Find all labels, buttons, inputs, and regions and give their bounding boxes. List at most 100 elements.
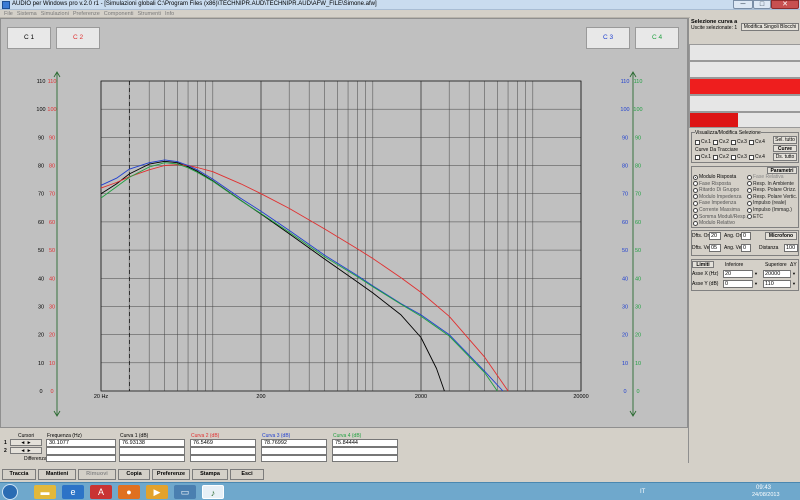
output-block-1[interactable] bbox=[689, 44, 800, 61]
y-tick-label-c3: 0 bbox=[623, 389, 626, 395]
ds-tutto-button[interactable]: Ds. tutto bbox=[773, 153, 797, 161]
clock-time[interactable]: 09:43 bbox=[756, 485, 771, 491]
parametri-button[interactable]: Parametri bbox=[767, 167, 797, 174]
cursor-panel: Cursori Frequenza (Hz) 1 ◄ ► 30.1077 2 ◄… bbox=[0, 429, 688, 463]
y-tick-label-c1: 50 bbox=[38, 248, 44, 254]
option-right-4-radio[interactable] bbox=[747, 200, 752, 206]
menu-preferenze[interactable]: Preferenze bbox=[73, 10, 100, 18]
cursor-row-2-label: 2 bbox=[4, 448, 7, 454]
distanza-input[interactable]: 100 bbox=[784, 244, 798, 252]
trc-cv1-checkbox[interactable] bbox=[695, 155, 700, 160]
ang-or-input[interactable]: 0 bbox=[741, 232, 751, 240]
option-left-4-radio[interactable] bbox=[693, 200, 698, 206]
y-tick-label-c4: 20 bbox=[635, 333, 641, 339]
y-tick-label-c2: 90 bbox=[49, 135, 55, 141]
copia-button[interactable]: Copia bbox=[118, 469, 150, 480]
mantieni-button[interactable]: Mantieni bbox=[38, 469, 76, 480]
option-left-2-label: Ritardo Di Gruppo bbox=[699, 187, 740, 194]
preferenze-button[interactable]: Preferenze bbox=[152, 469, 190, 480]
option-right-3-label: Resp. Polare Vertic. bbox=[753, 193, 798, 200]
vis-cv3-checkbox[interactable] bbox=[731, 140, 736, 145]
stampa-button[interactable]: Stampa bbox=[192, 469, 228, 480]
y-sup-arrow-icon[interactable]: ▼ bbox=[790, 280, 797, 288]
menu-componenti[interactable]: Componenti bbox=[104, 10, 134, 18]
minimize-button[interactable]: ─ bbox=[733, 0, 753, 9]
microfono-button[interactable]: Microfono bbox=[765, 232, 797, 240]
option-right-5-radio[interactable] bbox=[747, 207, 752, 213]
option-left-2-radio[interactable] bbox=[693, 187, 698, 193]
y-tick-label-c4: 90 bbox=[635, 135, 641, 141]
language-indicator[interactable]: IT bbox=[640, 489, 645, 495]
cursor-1-spin[interactable]: ◄ ► bbox=[10, 439, 42, 446]
firefox-icon[interactable]: ● bbox=[118, 485, 140, 499]
trc-cv3-checkbox[interactable] bbox=[731, 155, 736, 160]
output-block-5[interactable] bbox=[689, 112, 800, 128]
output-block-2[interactable] bbox=[689, 61, 800, 78]
x-inf-arrow-icon[interactable]: ▼ bbox=[752, 270, 759, 278]
menu-file[interactable]: File bbox=[4, 10, 13, 18]
y-tick-label-c1: 40 bbox=[38, 276, 44, 282]
media-player-icon[interactable]: ▶ bbox=[146, 485, 168, 499]
traccia-button[interactable]: Traccia bbox=[2, 469, 36, 480]
close-button[interactable]: ✕ bbox=[771, 0, 799, 9]
option-left-0-radio[interactable] bbox=[693, 174, 698, 180]
start-button[interactable] bbox=[2, 484, 18, 500]
y-tick-label-c3: 20 bbox=[622, 333, 628, 339]
vis-cv1-checkbox[interactable] bbox=[695, 140, 700, 145]
esci-button[interactable]: Esci bbox=[230, 469, 264, 480]
y-inf-arrow-icon[interactable]: ▼ bbox=[752, 280, 759, 288]
option-right-0-radio[interactable] bbox=[747, 174, 752, 180]
option-left-4-label: Fase Impedenza bbox=[699, 200, 737, 207]
y-tick-label-c4: 50 bbox=[635, 248, 641, 254]
trc-cv4-checkbox[interactable] bbox=[749, 155, 754, 160]
rimuovi-button[interactable]: Rimuovi bbox=[78, 469, 116, 480]
menu-strumenti[interactable]: Strumenti bbox=[137, 10, 161, 18]
cursor-2-spin[interactable]: ◄ ► bbox=[10, 447, 42, 454]
y-tick-label-c4: 110 bbox=[634, 79, 643, 85]
menu-sistema[interactable]: Sistema bbox=[17, 10, 37, 18]
curve-button[interactable]: Curve bbox=[773, 145, 797, 152]
menu-simulazioni[interactable]: Simulazioni bbox=[41, 10, 69, 18]
frequency-response-chart[interactable]: 0 0 0 0 10 10 10 10 20 20 20 20 30 30 30 30 40 40 40 40 50 50… bbox=[1, 19, 689, 429]
internet-explorer-icon[interactable]: e bbox=[62, 485, 84, 499]
folder-icon[interactable]: ▬ bbox=[34, 485, 56, 499]
curva1-value: 76.93138 bbox=[119, 439, 185, 447]
delta-y-label: ΔY bbox=[790, 262, 797, 268]
y-tick-label-c2: 70 bbox=[49, 192, 55, 198]
x-sup-arrow-icon[interactable]: ▼ bbox=[790, 270, 797, 278]
y-tick-label-c1: 110 bbox=[37, 79, 46, 85]
sel-tutto-button[interactable]: Sel. tutto bbox=[773, 136, 797, 144]
option-left-7-radio[interactable] bbox=[693, 220, 698, 226]
vis-cv4-checkbox[interactable] bbox=[749, 140, 754, 145]
pdf-reader-icon[interactable]: A bbox=[90, 485, 112, 499]
y-tick-label-c2: 60 bbox=[49, 220, 55, 226]
option-left-5-radio[interactable] bbox=[693, 207, 698, 213]
y-tick-label-c3: 110 bbox=[621, 79, 630, 85]
curva2-value-2 bbox=[190, 447, 256, 455]
y-tick-label-c2: 30 bbox=[49, 304, 55, 310]
clock-date[interactable]: 24/08/2013 bbox=[752, 492, 780, 498]
option-right-2-radio[interactable] bbox=[747, 187, 752, 193]
dfts-ve-input[interactable]: 05 bbox=[709, 244, 721, 252]
vis-cv1-label: Cv.1 bbox=[701, 139, 711, 145]
modifica-blocchi-button[interactable]: Modifica Singoli Blocchi bbox=[741, 23, 799, 31]
ang-ve-input[interactable]: 0 bbox=[741, 244, 751, 252]
output-block-3[interactable] bbox=[689, 78, 800, 95]
plot-frame bbox=[100, 80, 582, 392]
audio-app-icon[interactable]: ♪ bbox=[202, 485, 224, 499]
y-tick-label-c3: 60 bbox=[622, 220, 628, 226]
series-line-3 bbox=[100, 159, 504, 392]
maximize-button[interactable]: □ bbox=[753, 0, 771, 9]
trc-cv2-label: Cv.2 bbox=[719, 154, 729, 160]
screen-icon[interactable]: ▭ bbox=[174, 485, 196, 499]
curva3-diff bbox=[261, 455, 327, 462]
series-line-1 bbox=[100, 160, 445, 392]
y-tick-label-c2: 110 bbox=[48, 79, 57, 85]
menu-info[interactable]: Info bbox=[165, 10, 174, 18]
dfts-or-input[interactable]: 20 bbox=[709, 232, 721, 240]
output-block-4[interactable] bbox=[689, 95, 800, 112]
vis-cv4-label: Cv.4 bbox=[755, 139, 765, 145]
limiti-button[interactable]: Limiti bbox=[692, 261, 714, 268]
vis-cv2-checkbox[interactable] bbox=[713, 140, 718, 145]
trc-cv2-checkbox[interactable] bbox=[713, 155, 718, 160]
